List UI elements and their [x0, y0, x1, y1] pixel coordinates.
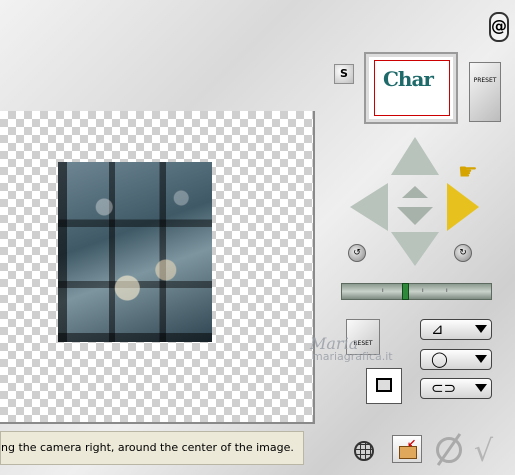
rotate-loop-icon: ◯: [431, 350, 448, 368]
slider-thumb[interactable]: [402, 283, 409, 300]
grid-globe-icon[interactable]: [354, 441, 374, 461]
arrow-icon: ↙: [407, 437, 417, 450]
ok-check-icon[interactable]: √: [474, 434, 493, 469]
hand-pointer-icon: ☛: [458, 160, 478, 185]
move-up-arrow-icon[interactable]: [391, 137, 439, 175]
move-right-arrow-icon[interactable]: [447, 183, 479, 231]
tilt-tool-button[interactable]: ⊂⊃: [420, 378, 492, 399]
slider-tick: ı: [422, 287, 424, 294]
perspective-tool-button[interactable]: ⊿: [420, 319, 492, 340]
open-file-button[interactable]: ↙: [392, 435, 422, 463]
preset-button[interactable]: PRESET: [469, 62, 501, 122]
s-button[interactable]: S: [334, 64, 354, 84]
view-mode-button[interactable]: [366, 368, 402, 404]
watermark: Maria mariagrafica.it: [310, 334, 393, 363]
preset-thumbnail-text: Char: [383, 67, 434, 91]
move-down-arrow-icon[interactable]: [391, 232, 439, 266]
rotate-left-icon[interactable]: ↺: [348, 244, 366, 262]
rotate-tool-button[interactable]: ◯: [420, 349, 492, 370]
preset-preview[interactable]: Char: [364, 52, 458, 124]
preview-image: [58, 162, 212, 342]
status-bar: ng the camera right, around the center o…: [0, 431, 304, 465]
grid-perspective-icon: ⊿: [431, 320, 444, 338]
chevron-down-icon[interactable]: [475, 355, 487, 363]
chevron-down-icon[interactable]: [475, 325, 487, 333]
preset-thumbnail: Char: [374, 60, 450, 116]
slider-tick: ı: [382, 287, 384, 294]
chevron-down-icon[interactable]: [475, 384, 487, 392]
grip-icon[interactable]: @: [489, 12, 509, 42]
rotate-right-icon[interactable]: ↻: [454, 244, 472, 262]
backward-arrow-icon[interactable]: [397, 207, 433, 225]
preview-canvas[interactable]: [0, 111, 315, 424]
zoom-slider[interactable]: ı ı ı: [341, 283, 492, 300]
watermark-site: mariagrafica.it: [312, 350, 393, 363]
slider-tick: ı: [446, 287, 448, 294]
view-frame-icon: [376, 378, 392, 392]
move-left-arrow-icon[interactable]: [350, 183, 388, 231]
status-text: ng the camera right, around the center o…: [1, 441, 294, 454]
preset-button-label: PRESET: [473, 77, 497, 84]
forward-arrow-icon[interactable]: [402, 186, 428, 198]
tilt-loop-icon: ⊂⊃: [431, 379, 457, 397]
